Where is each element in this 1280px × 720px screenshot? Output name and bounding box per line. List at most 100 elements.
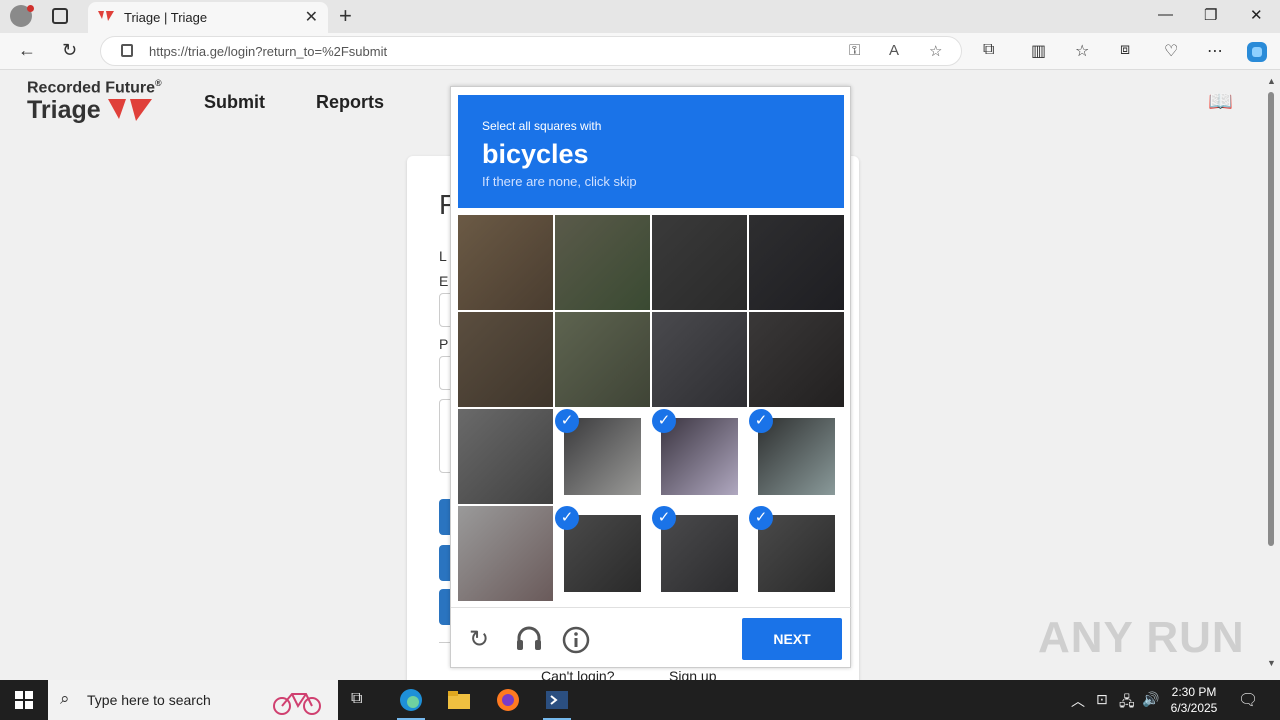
captcha-hint: If there are none, click skip	[482, 174, 637, 189]
back-icon[interactable]: ←	[18, 40, 36, 61]
edge-app-icon[interactable]	[397, 686, 425, 720]
scroll-down-icon[interactable]: ▼	[1267, 658, 1276, 668]
more-menu-icon[interactable]: ⋯	[1207, 41, 1223, 61]
captcha-tile-image	[458, 409, 553, 504]
search-icon: ⌕	[60, 689, 70, 708]
extensions-icon[interactable]: ⧉	[983, 41, 994, 59]
captcha-tile-image	[564, 418, 641, 495]
scroll-up-icon[interactable]: ▲	[1267, 76, 1276, 86]
nav-submit[interactable]: Submit	[204, 92, 265, 113]
captcha-tile[interactable]	[458, 409, 553, 504]
captcha-tile[interactable]: ✓	[652, 409, 747, 504]
audio-challenge-icon[interactable]	[515, 626, 543, 652]
captcha-tile[interactable]	[652, 215, 747, 310]
clock-time: 2:30 PM	[1171, 685, 1217, 699]
key-icon[interactable]: ⚿	[849, 42, 860, 59]
show-hidden-icons[interactable]: ︿	[1071, 691, 1085, 711]
taskbar: ⌕ Type here to search ⧉ ︿ ⊡ 🖧 🔊 2:30 PM …	[0, 680, 1280, 720]
bicycle-search-highlight-icon	[273, 693, 321, 715]
reload-icon[interactable]: ↻	[469, 625, 489, 654]
captcha-tile[interactable]	[458, 312, 553, 407]
lock-icon	[121, 44, 133, 57]
captcha-tile-image	[458, 215, 553, 310]
notifications-icon[interactable]: 🗨	[1238, 690, 1258, 710]
scroll-thumb[interactable]	[1268, 92, 1274, 546]
captcha-tile-image	[661, 515, 738, 592]
captcha-tile-image	[652, 215, 747, 310]
minimize-icon[interactable]: —	[1158, 6, 1173, 23]
network-icon[interactable]: 🖧	[1119, 691, 1135, 715]
browser-essentials-icon[interactable]: ♡	[1164, 41, 1178, 61]
captcha-tile-image	[749, 312, 844, 407]
card-label-3: P	[439, 336, 449, 352]
copilot-icon[interactable]	[1246, 41, 1268, 63]
split-screen-icon[interactable]: ▥	[1031, 41, 1046, 61]
sign-up-link[interactable]: Sign up	[669, 668, 716, 680]
tile-selected-check-icon: ✓	[555, 409, 579, 433]
captcha-tile-image	[564, 515, 641, 592]
volume-icon[interactable]: 🔊	[1142, 691, 1159, 708]
captcha-tile[interactable]: ✓	[555, 506, 650, 601]
tab-actions-icon[interactable]	[52, 8, 68, 24]
read-aloud-icon[interactable]: A	[889, 42, 899, 59]
captcha-instruction: Select all squares with	[482, 119, 602, 133]
captcha-tile-image	[652, 312, 747, 407]
favorites-icon[interactable]: ☆	[1075, 41, 1089, 61]
tile-selected-check-icon: ✓	[749, 409, 773, 433]
url-text: https://tria.ge/login?return_to=%2Fsubmi…	[149, 44, 388, 59]
notification-dot	[27, 5, 34, 12]
refresh-icon[interactable]: ↻	[62, 40, 77, 61]
windows-start-icon[interactable]	[15, 691, 33, 709]
captcha-tile[interactable]: ✓	[749, 409, 844, 504]
collections-icon[interactable]: ⧈	[1120, 41, 1130, 59]
close-tab-icon[interactable]: ✕	[305, 7, 318, 27]
browser-tab[interactable]: Triage | Triage ✕	[88, 2, 328, 33]
captcha-tile-image	[555, 215, 650, 310]
captcha-tile-image	[758, 515, 835, 592]
captcha-tile[interactable]: ✓	[652, 506, 747, 601]
captcha-tile[interactable]: ✓	[749, 506, 844, 601]
nav-reports[interactable]: Reports	[316, 92, 384, 113]
captcha-tile[interactable]	[458, 506, 553, 601]
tile-selected-check-icon: ✓	[652, 506, 676, 530]
info-icon[interactable]	[562, 626, 590, 654]
card-label-1: L	[439, 248, 447, 264]
favorite-star-icon[interactable]: ☆	[929, 42, 942, 60]
captcha-tile[interactable]	[555, 215, 650, 310]
captcha-tile[interactable]	[749, 312, 844, 407]
card-label-2: E	[439, 273, 449, 289]
taskbar-search[interactable]: ⌕ Type here to search	[48, 680, 338, 720]
browser-tab-bar: Triage | Triage ✕ + — ❐ ✕	[0, 0, 1280, 33]
captcha-tile[interactable]	[749, 215, 844, 310]
url-field[interactable]: https://tria.ge/login?return_to=%2Fsubmi…	[100, 36, 962, 66]
cant-login-link[interactable]: Can't login?	[541, 668, 615, 680]
brand-top-text: Recorded Future®	[27, 78, 162, 97]
task-view-icon[interactable]: ⧉	[351, 690, 362, 708]
captcha-target: bicycles	[482, 139, 589, 169]
captcha-tile[interactable]	[458, 215, 553, 310]
captcha-tile-image	[758, 418, 835, 495]
docs-book-icon[interactable]: 📖	[1208, 89, 1233, 114]
anyrun-watermark: ANY RUN	[1038, 613, 1245, 662]
tile-selected-check-icon: ✓	[555, 506, 579, 530]
search-placeholder: Type here to search	[87, 692, 211, 708]
captcha-footer: ↻ NEXT	[451, 607, 852, 669]
firefox-icon[interactable]	[494, 686, 522, 714]
network-vpn-icon[interactable]: ⊡	[1096, 691, 1108, 708]
captcha-tile[interactable]	[652, 312, 747, 407]
next-button[interactable]: NEXT	[742, 618, 842, 660]
close-window-icon[interactable]: ✕	[1250, 6, 1263, 24]
file-explorer-icon[interactable]	[445, 686, 473, 714]
brand-name[interactable]: Triage	[27, 96, 101, 125]
address-toolbar: ← ↻ https://tria.ge/login?return_to=%2Fs…	[0, 33, 1280, 70]
page-scrollbar[interactable]: ▲ ▼	[1262, 70, 1280, 680]
captcha-tile[interactable]: ✓	[555, 409, 650, 504]
new-tab-icon[interactable]: +	[339, 3, 352, 29]
powershell-icon[interactable]	[543, 686, 571, 720]
captcha-tile[interactable]	[555, 312, 650, 407]
restore-icon[interactable]: ❐	[1204, 6, 1217, 24]
clock[interactable]: 2:30 PM 6/3/2025	[1166, 684, 1222, 716]
triage-logo-icon	[108, 99, 152, 121]
triage-favicon-icon	[98, 11, 114, 21]
captcha-tile-image	[458, 312, 553, 407]
